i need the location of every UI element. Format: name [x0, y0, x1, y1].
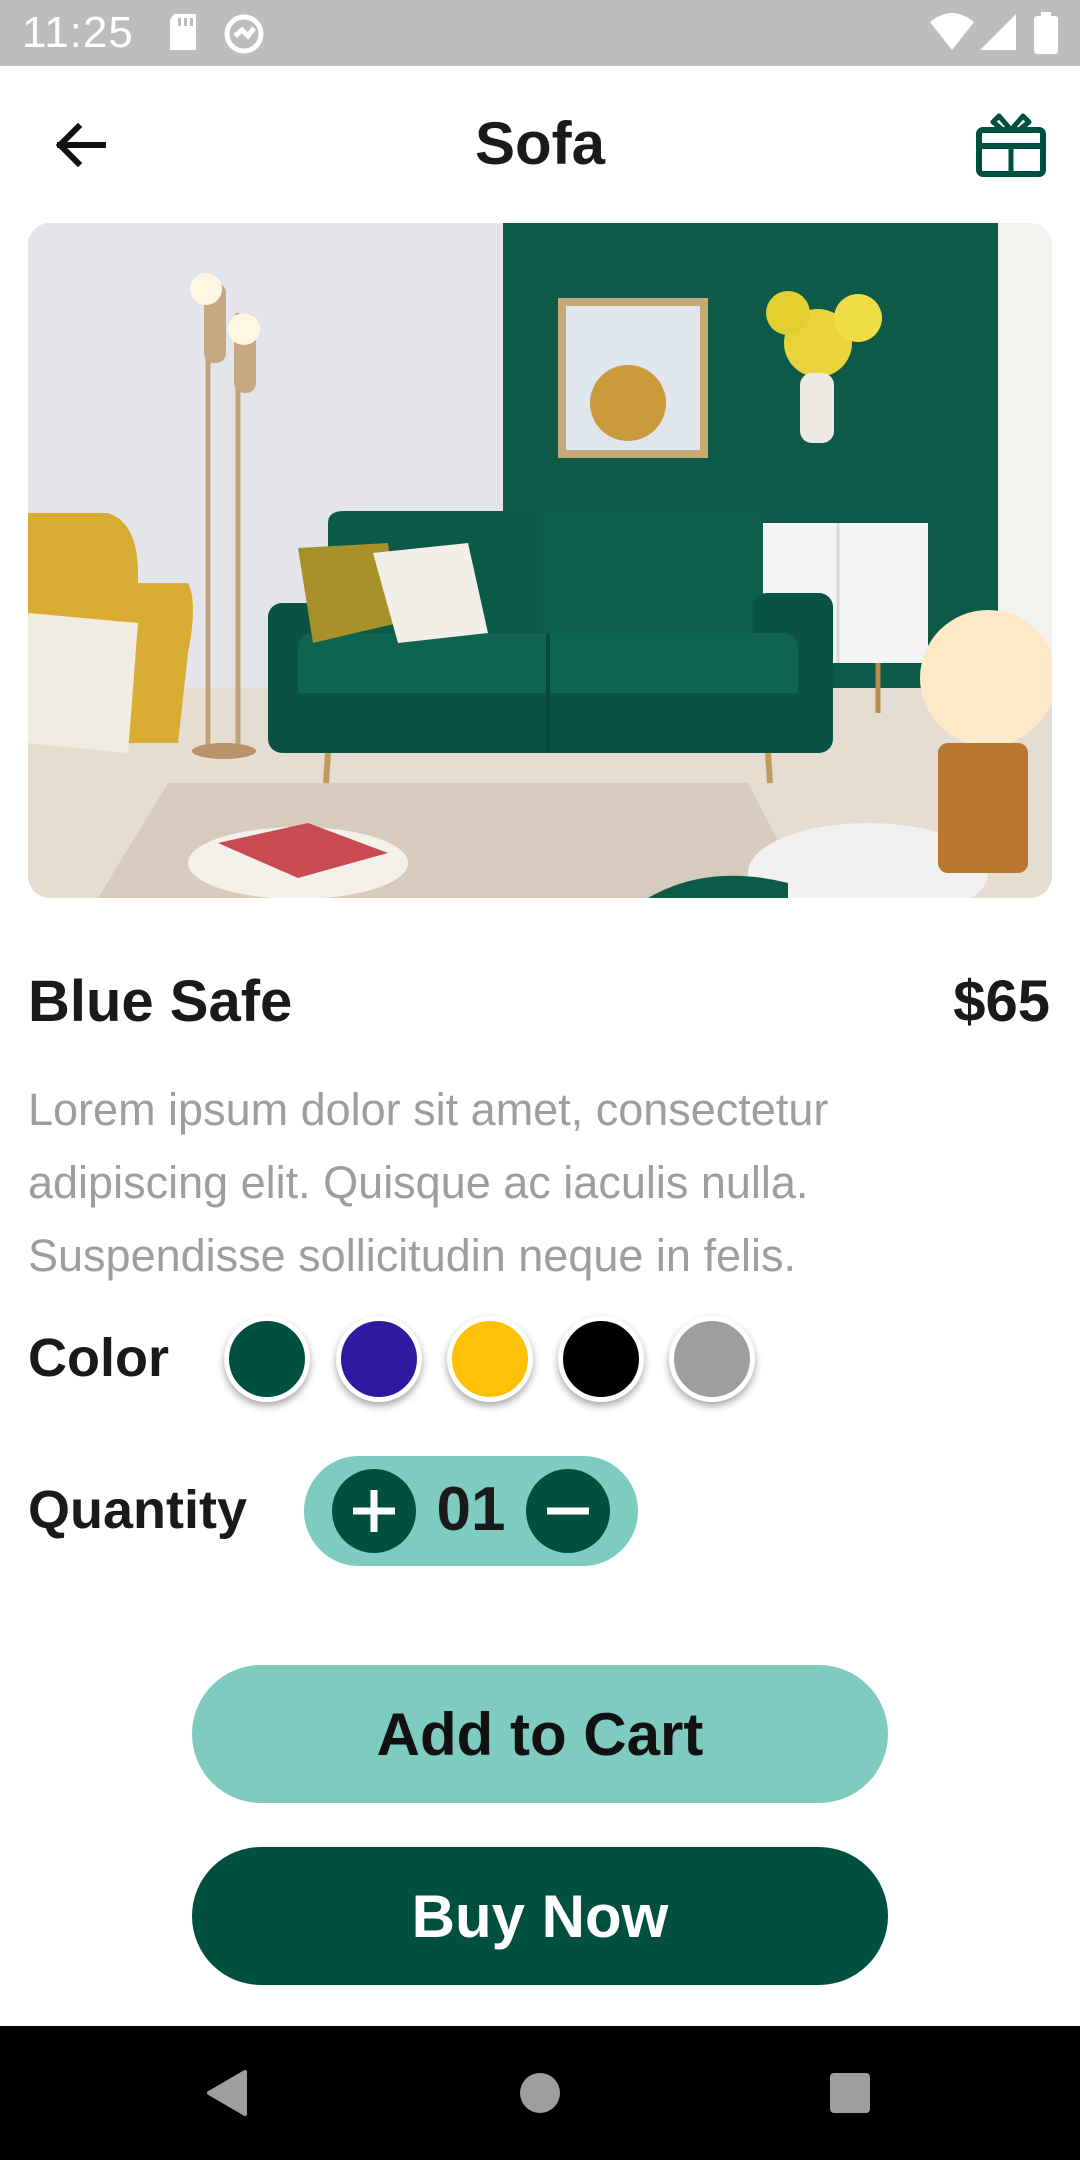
quantity-label: Quantity [28, 1480, 248, 1540]
status-bar: 11:25 [0, 0, 1080, 66]
plus-icon [353, 1490, 395, 1532]
color-swatch-5[interactable] [669, 1316, 755, 1402]
quantity-increase-button[interactable] [332, 1469, 416, 1553]
battery-icon [1034, 12, 1058, 54]
buy-now-button[interactable]: Buy Now [192, 1847, 888, 1985]
system-nav-bar [0, 2026, 1080, 2160]
product-name: Blue Safe [28, 969, 293, 1034]
quantity-stepper: 01 [304, 1456, 638, 1566]
color-swatch-2[interactable] [336, 1316, 422, 1402]
sync-icon [224, 14, 264, 54]
recents-square-icon [830, 2073, 870, 2113]
product-image [28, 223, 1052, 898]
add-to-cart-button[interactable]: Add to Cart [192, 1665, 888, 1803]
wifi-icon [930, 13, 974, 50]
page-title: Sofa [474, 110, 606, 177]
product-price: $65 [953, 969, 1050, 1034]
color-label: Color [28, 1328, 169, 1388]
back-triangle-icon [207, 2070, 247, 2116]
minus-icon [547, 1507, 589, 1515]
sd-card-icon [170, 14, 196, 50]
color-swatch-4[interactable] [558, 1316, 644, 1402]
gift-box-icon [976, 113, 1046, 177]
color-swatch-3[interactable] [447, 1316, 533, 1402]
home-circle-icon [520, 2073, 560, 2113]
nav-recents-button[interactable] [790, 2026, 910, 2160]
living-room-green-sofa-photo [28, 223, 1052, 898]
signal-icon [980, 14, 1016, 50]
product-description: Lorem ipsum dolor sit amet, consectetur … [28, 1084, 829, 1281]
quantity-decrease-button[interactable] [526, 1469, 610, 1553]
gift-button[interactable] [970, 108, 1052, 182]
nav-home-button[interactable] [480, 2026, 600, 2160]
status-time: 11:25 [22, 8, 134, 57]
nav-back-button[interactable] [166, 2026, 286, 2160]
color-swatch-1[interactable] [224, 1316, 310, 1402]
